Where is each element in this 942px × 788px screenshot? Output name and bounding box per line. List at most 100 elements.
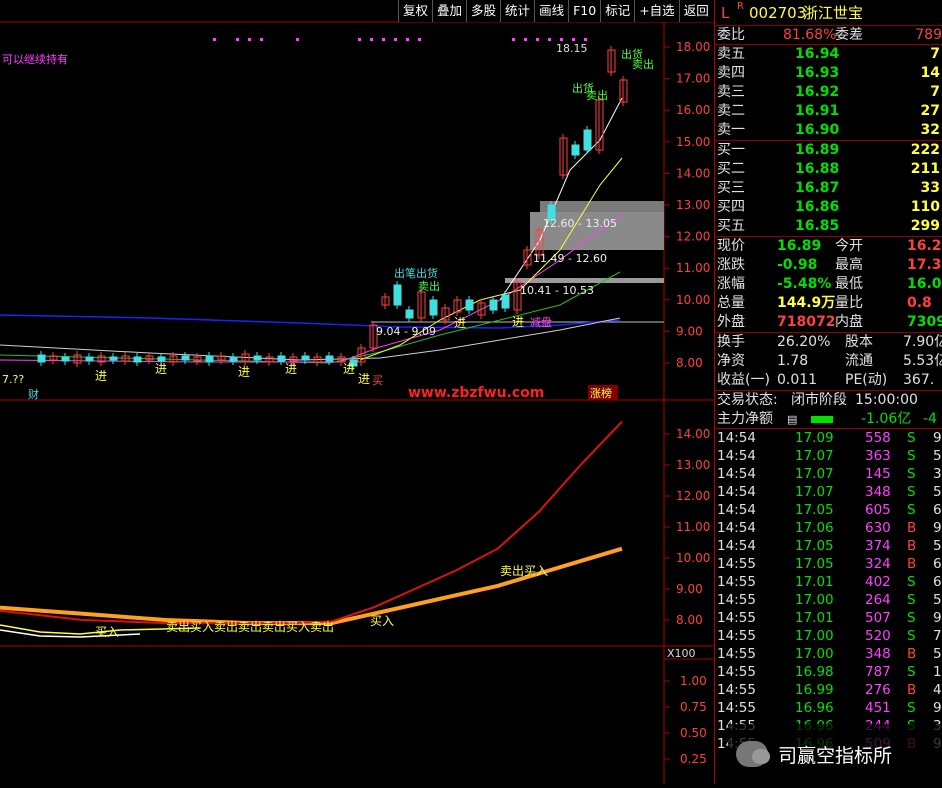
chart-area[interactable]: 18.00 17.00 16.00 15.00 14.00 13.00 12.00 11.00… — [0, 0, 714, 784]
stat-value: -5.48% — [777, 276, 832, 292]
stock-name[interactable]: 浙江世宝 — [803, 0, 863, 26]
trade-volume: 348 — [865, 484, 891, 500]
button-f10[interactable]: F10 — [568, 0, 601, 22]
trade-time: 14:55 — [717, 664, 756, 680]
stat-value: 367. — [903, 372, 935, 388]
l-icon[interactable]: L — [721, 0, 729, 26]
button-add-watchlist[interactable]: +自选 — [634, 0, 679, 22]
button-huaxian[interactable]: 画线 — [534, 0, 569, 22]
stat-row: 涨幅 -5.48% 最低 16.0 — [715, 275, 942, 294]
stock-code[interactable]: 002703 — [749, 0, 806, 26]
bid-row[interactable]: 买四 16.86 110 — [715, 198, 942, 217]
candle-body — [583, 129, 592, 151]
trade-list[interactable]: 14:54 17.09 558 S 9 14:54 17.07 363 S 5 … — [715, 429, 942, 753]
button-back[interactable]: 返回 — [678, 0, 713, 22]
bid-row[interactable]: 买三 16.87 33 — [715, 179, 942, 198]
button-fuquan[interactable]: 复权 — [398, 0, 433, 22]
button-biaoji[interactable]: 标记 — [600, 0, 635, 22]
ask-row[interactable]: 卖三 16.92 7 — [715, 83, 942, 102]
stat-label: 收益(一) — [717, 372, 770, 388]
stat-row: 涨跌 -0.98 最高 17.39 — [715, 256, 942, 275]
status-time: 15:00:00 — [855, 392, 918, 408]
trade-side: S — [907, 610, 916, 626]
trade-count: 5 — [933, 448, 942, 464]
watermark-text: 司赢空指标所 — [778, 744, 893, 767]
indicator-label: 买入 — [370, 614, 394, 628]
ask-row[interactable]: 卖四 16.93 14 — [715, 64, 942, 83]
bid-book: 买一 16.89 222 买二 16.88 211 买三 16.87 33 买四… — [715, 141, 942, 237]
trade-side: S — [907, 592, 916, 608]
signal-label: 进 — [285, 362, 297, 376]
trade-price: 17.07 — [795, 466, 834, 482]
volume-tick-label: 0.50 — [680, 726, 707, 740]
trade-row[interactable]: 14:55 16.98 787 S 10 — [715, 663, 942, 681]
bid-row[interactable]: 买一 16.89 222 — [715, 141, 942, 160]
ask-price: 16.90 — [795, 122, 840, 138]
candle-body — [109, 356, 118, 361]
stat-value: 26.20% — [777, 334, 831, 350]
trade-row[interactable]: 14:54 17.07 363 S 5 — [715, 447, 942, 465]
indicator-tick-label: 10.00 — [676, 551, 710, 565]
bid-price: 16.87 — [795, 180, 840, 196]
trade-price: 17.06 — [795, 520, 834, 536]
list-icon[interactable]: ▤ — [787, 410, 797, 429]
trade-row[interactable]: 14:55 17.01 402 S 6 — [715, 573, 942, 591]
trade-count: 9 — [933, 520, 942, 536]
ask-row[interactable]: 卖一 16.90 32 — [715, 121, 942, 140]
trade-side: S — [907, 466, 916, 482]
trade-row[interactable]: 14:54 17.05 605 S 6 — [715, 501, 942, 519]
trade-row[interactable]: 14:54 17.07 348 S 5 — [715, 483, 942, 501]
ask-row[interactable]: 卖五 16.94 7 — [715, 45, 942, 64]
stat-value: 17.39 — [907, 257, 942, 273]
button-diejia[interactable]: 叠加 — [432, 0, 467, 22]
trade-row[interactable]: 14:54 17.06 630 B 9 — [715, 519, 942, 537]
candle-body — [229, 356, 238, 362]
bid-volume: 110 — [910, 199, 940, 215]
volume-tick-label: 0.75 — [680, 700, 707, 714]
trade-row[interactable]: 14:55 17.00 348 B 5 — [715, 645, 942, 663]
trade-side: S — [907, 574, 916, 590]
trade-row[interactable]: 14:55 17.00 264 S 5 — [715, 591, 942, 609]
bid-level: 买四 — [717, 199, 745, 215]
trade-count: 9 — [933, 700, 942, 716]
trade-time: 14:54 — [717, 502, 756, 518]
trade-row[interactable]: 14:55 16.96 451 S 9 — [715, 699, 942, 717]
trade-side: B — [907, 646, 917, 662]
trade-time: 14:55 — [717, 628, 756, 644]
trade-row[interactable]: 14:54 17.05 374 B 5 — [715, 537, 942, 555]
trade-volume: 264 — [865, 592, 891, 608]
zhuli-value: -1.06亿 — [861, 411, 912, 427]
signal-label: 出笔出货 — [394, 266, 438, 280]
ask-level: 卖三 — [717, 84, 745, 100]
price-tick-label: 16.00 — [676, 103, 710, 117]
zhangbang-badge[interactable]: 涨榜 — [590, 386, 612, 400]
ask-price: 16.94 — [795, 46, 840, 62]
price-tick-label: 15.00 — [676, 135, 710, 149]
stat-value: 73090 — [907, 314, 942, 330]
trade-row[interactable]: 14:55 17.00 520 S 7 — [715, 627, 942, 645]
trade-row[interactable]: 14:54 17.07 145 S 3 — [715, 465, 942, 483]
stat-value: 16.25 — [907, 238, 942, 254]
stat-label: PE(动) — [845, 372, 888, 388]
trade-row[interactable]: 14:55 16.99 276 B 4 — [715, 681, 942, 699]
trade-row[interactable]: 14:54 17.09 558 S 9 — [715, 429, 942, 447]
stat-label: 现价 — [717, 238, 745, 254]
stat-row: 收益(一) 0.011 PE(动) 367. — [715, 371, 942, 390]
bid-row[interactable]: 买五 16.85 299 — [715, 217, 942, 236]
hold-annotation: 可以继续持有 — [2, 52, 68, 66]
chart-svg[interactable]: 18.00 17.00 16.00 15.00 14.00 13.00 12.00 11.00… — [0, 0, 714, 784]
trade-row[interactable]: 14:55 17.05 324 B 6 — [715, 555, 942, 573]
trade-time: 14:55 — [717, 556, 756, 572]
high-price-label: 18.15 — [556, 42, 588, 55]
trade-time: 14:55 — [717, 682, 756, 698]
box-label-3: 10.41 - 10.53 — [520, 284, 594, 297]
signal-label: 进 — [155, 362, 167, 376]
trade-row[interactable]: 14:55 17.01 507 S 9 — [715, 609, 942, 627]
bid-row[interactable]: 买二 16.88 211 — [715, 160, 942, 179]
button-tongji[interactable]: 统计 — [500, 0, 535, 22]
trade-side: S — [907, 628, 916, 644]
ask-row[interactable]: 卖二 16.91 27 — [715, 102, 942, 121]
volume-tick-label: 1.00 — [680, 674, 707, 688]
trade-volume: 363 — [865, 448, 891, 464]
button-duogu[interactable]: 多股 — [466, 0, 501, 22]
